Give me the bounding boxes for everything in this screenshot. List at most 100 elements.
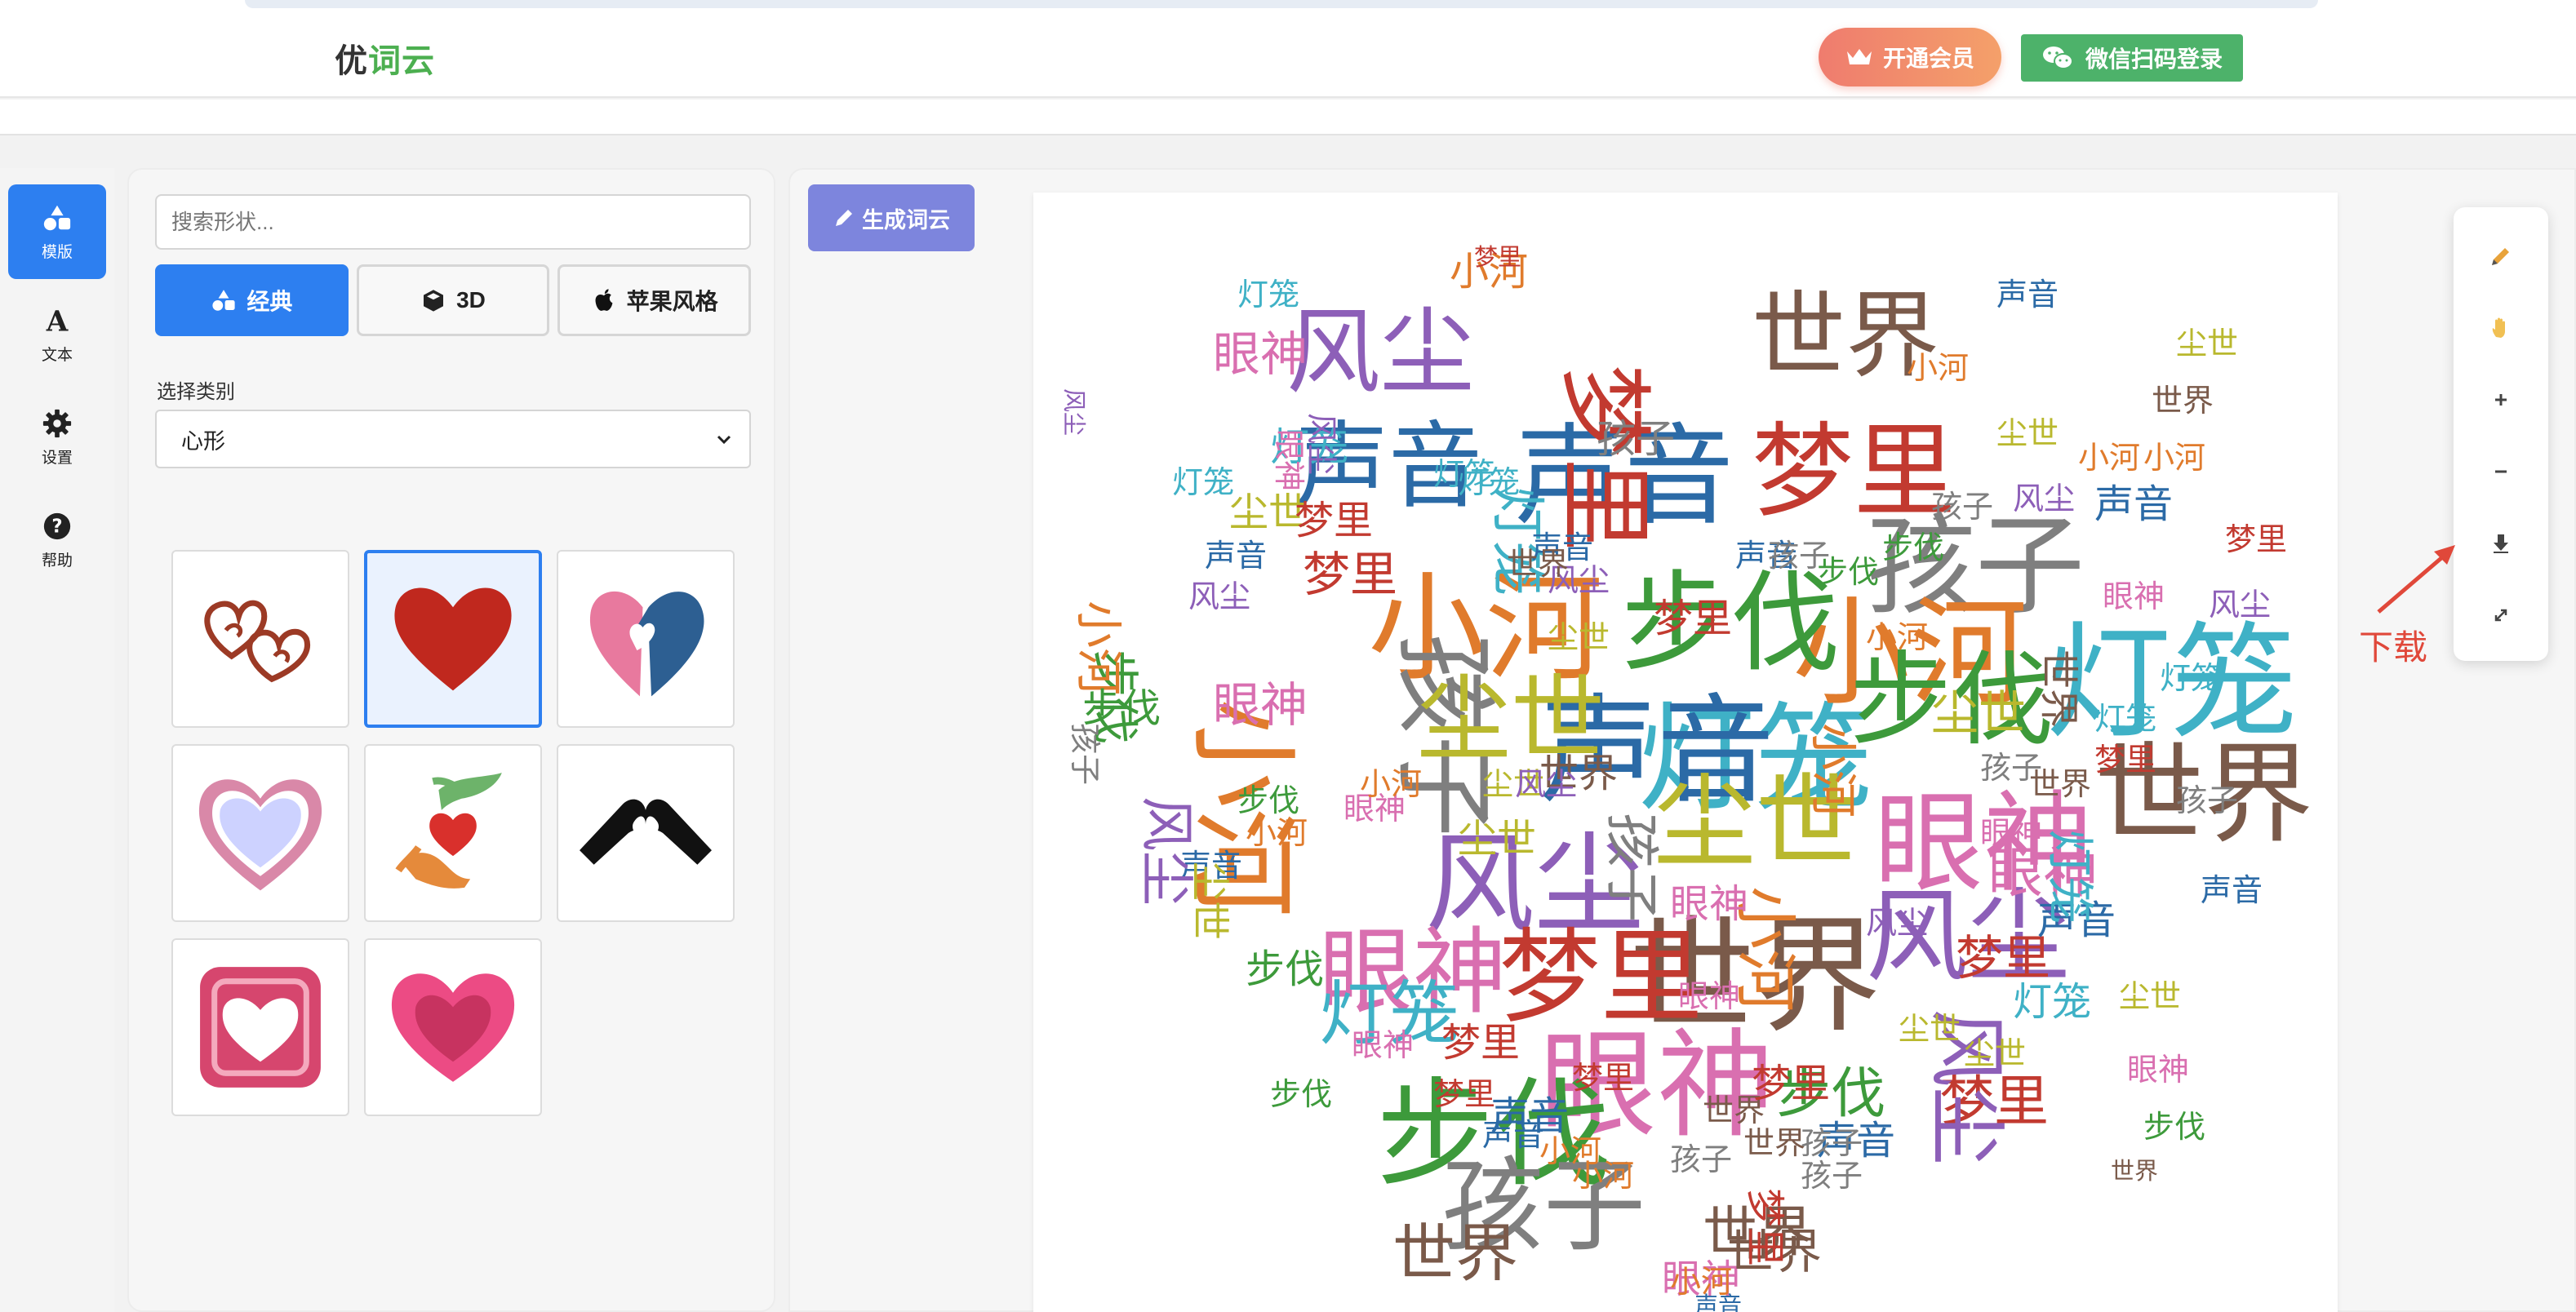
logo[interactable]: 优词云 — [335, 34, 435, 82]
wordcloud-word: 小河 — [1572, 1158, 1634, 1194]
outlined-heart-icon — [198, 779, 322, 891]
hands-heart-icon — [395, 773, 502, 889]
gear-icon — [42, 409, 72, 437]
crown-icon — [1846, 49, 1872, 64]
text-icon: A — [46, 305, 69, 336]
wordcloud-word: 梦里 — [1572, 1060, 1634, 1096]
wordcloud-word: 梦里 — [1433, 1076, 1495, 1112]
wordcloud-word: 孩子 — [1670, 1141, 1732, 1177]
split-heart-icon — [589, 591, 704, 697]
zoom-in-icon — [2495, 394, 2507, 406]
wordcloud-word: 灯笼 — [2094, 701, 2156, 737]
rail-item-label: 文本 — [41, 346, 73, 364]
wordcloud-word: 世界 — [1392, 1218, 1518, 1291]
wordcloud-word: 风尘 — [1866, 905, 1928, 941]
vip-button[interactable]: 开通会员 — [1819, 28, 2001, 86]
wordcloud-word: 梦里 — [1752, 1061, 1830, 1106]
wordcloud-word: 步伐 — [1882, 530, 1944, 565]
tab-classic[interactable]: 经典 — [155, 264, 349, 336]
wordcloud-canvas[interactable]: 风尘 声音 声音 小河 孩子 灯笼 梦里 梦里 世界 孩子 小河 步伐 声音 步伐 灯笼 眼神 世界 风尘 尘世 小河… — [1033, 193, 2338, 1312]
wordcloud-word: 灯笼 — [1237, 277, 1299, 312]
tab-label: 苹果风格 — [626, 289, 718, 314]
shapes-icon — [212, 290, 235, 311]
wordcloud-word: 孩子 — [1597, 416, 1675, 462]
logo-prefix: 优 — [335, 43, 368, 79]
download-button[interactable] — [2476, 519, 2525, 568]
wordcloud-word: 孩子 — [1801, 1158, 1863, 1194]
rail-item-label: 设置 — [41, 449, 73, 467]
wordcloud-word: 灯笼 — [2160, 660, 2222, 696]
rail-item-settings[interactable]: 设置 — [8, 390, 106, 485]
wordcloud-word: 梦里 — [1441, 1020, 1520, 1066]
annotation-arrow — [2377, 545, 2455, 614]
shape-option[interactable] — [364, 938, 542, 1116]
tab-apple-style[interactable]: 苹果风格 — [557, 264, 752, 336]
shape-option[interactable] — [364, 744, 542, 922]
shape-search-input[interactable] — [155, 194, 751, 250]
logo-accent: 词云 — [368, 43, 435, 79]
wordcloud-word: 小河 — [1246, 815, 1308, 851]
shape-option[interactable] — [171, 550, 349, 728]
chevron-down-icon — [717, 435, 731, 445]
wordcloud-word: 声音 — [1996, 277, 2059, 312]
tab-label: 3D — [456, 287, 486, 312]
svg-text:A: A — [46, 305, 69, 336]
category-select[interactable]: 心形 — [155, 410, 751, 468]
fullscreen-button[interactable] — [2476, 591, 2525, 640]
zoom-in-button[interactable] — [2476, 375, 2525, 424]
wordcloud-word: 眼神 — [1271, 429, 1307, 491]
rail-item-text[interactable]: A 文本 — [8, 287, 106, 382]
category-label: 选择类别 — [157, 381, 235, 403]
wordcloud-word: 孩子 — [1801, 1125, 1863, 1161]
cube-icon — [424, 290, 444, 312]
hand-tool[interactable] — [2476, 304, 2525, 352]
wechat-login-button[interactable]: 微信扫码登录 — [2021, 34, 2243, 82]
pencil-icon — [2492, 248, 2509, 265]
wordcloud-word: 小河 — [1907, 350, 1969, 386]
wordcloud-word: 尘世 — [2176, 326, 2238, 361]
hand-icon — [2492, 317, 2505, 338]
wordcloud-word: 梦里 — [1654, 596, 1732, 641]
wordcloud-word: 步伐 — [1270, 1076, 1332, 1112]
help-icon: ? — [43, 512, 71, 539]
wechat-icon — [2042, 47, 2073, 69]
zoom-out-button[interactable] — [2476, 447, 2525, 496]
wordcloud-word: 风尘 — [1060, 388, 1088, 436]
svg-text:?: ? — [51, 516, 62, 537]
wordcloud-word: 风尘 — [2013, 481, 2075, 516]
generate-wordcloud-button[interactable]: 生成词云 — [808, 184, 975, 251]
wordcloud-word: 眼神 — [1352, 1027, 1414, 1063]
tab-3d[interactable]: 3D — [356, 264, 550, 336]
wordcloud-word: 眼神 — [1670, 881, 1748, 927]
wordcloud-word: 尘世 — [1458, 816, 1536, 862]
shape-option[interactable] — [557, 550, 735, 728]
wordcloud-word: 尘世 — [1964, 1035, 2026, 1071]
wordcloud-word: 灯笼 — [1172, 464, 1234, 500]
shape-option[interactable] — [171, 744, 349, 922]
shape-option-selected[interactable] — [364, 550, 542, 728]
side-rail: 模版 A 文本 设置 ? 帮助 — [0, 168, 114, 1312]
wordcloud-word: 梦里 — [1295, 498, 1373, 543]
wordcloud-word: 孩子 — [1768, 538, 1830, 574]
wordcloud-word: 梦里 — [1742, 1188, 1788, 1266]
wordcloud-word: 眼神 — [1678, 978, 1740, 1014]
shape-option[interactable] — [557, 744, 735, 922]
wordcloud-word: 小河 — [1071, 601, 1126, 695]
double-hearts-icon — [204, 600, 311, 683]
pencil-tool[interactable] — [2476, 232, 2525, 281]
red-heart-icon — [394, 587, 512, 691]
wordcloud-word: 眼神 — [2127, 1052, 2189, 1088]
wordcloud-word: 尘世 — [1931, 685, 2026, 741]
vip-label: 开通会员 — [1882, 46, 1974, 71]
wordcloud-word: 梦里 — [2225, 521, 2287, 557]
shape-option[interactable] — [171, 938, 349, 1116]
wordcloud-word: 风尘 — [1286, 298, 1474, 407]
wordcloud-word: 灯笼 — [1458, 464, 1520, 500]
wordcloud-word: 孩子 — [1980, 750, 2042, 786]
wordcloud-word: 孩子 — [1067, 723, 1103, 785]
rail-item-templates[interactable]: 模版 — [8, 184, 106, 279]
wordcloud-word: 眼神 — [1213, 677, 1308, 733]
template-panel: 经典 3D 苹果风格 选择类别 心形 — [127, 168, 775, 1312]
rail-item-help[interactable]: ? 帮助 — [8, 493, 106, 587]
wordcloud-word: 孩子 — [1931, 489, 1993, 525]
